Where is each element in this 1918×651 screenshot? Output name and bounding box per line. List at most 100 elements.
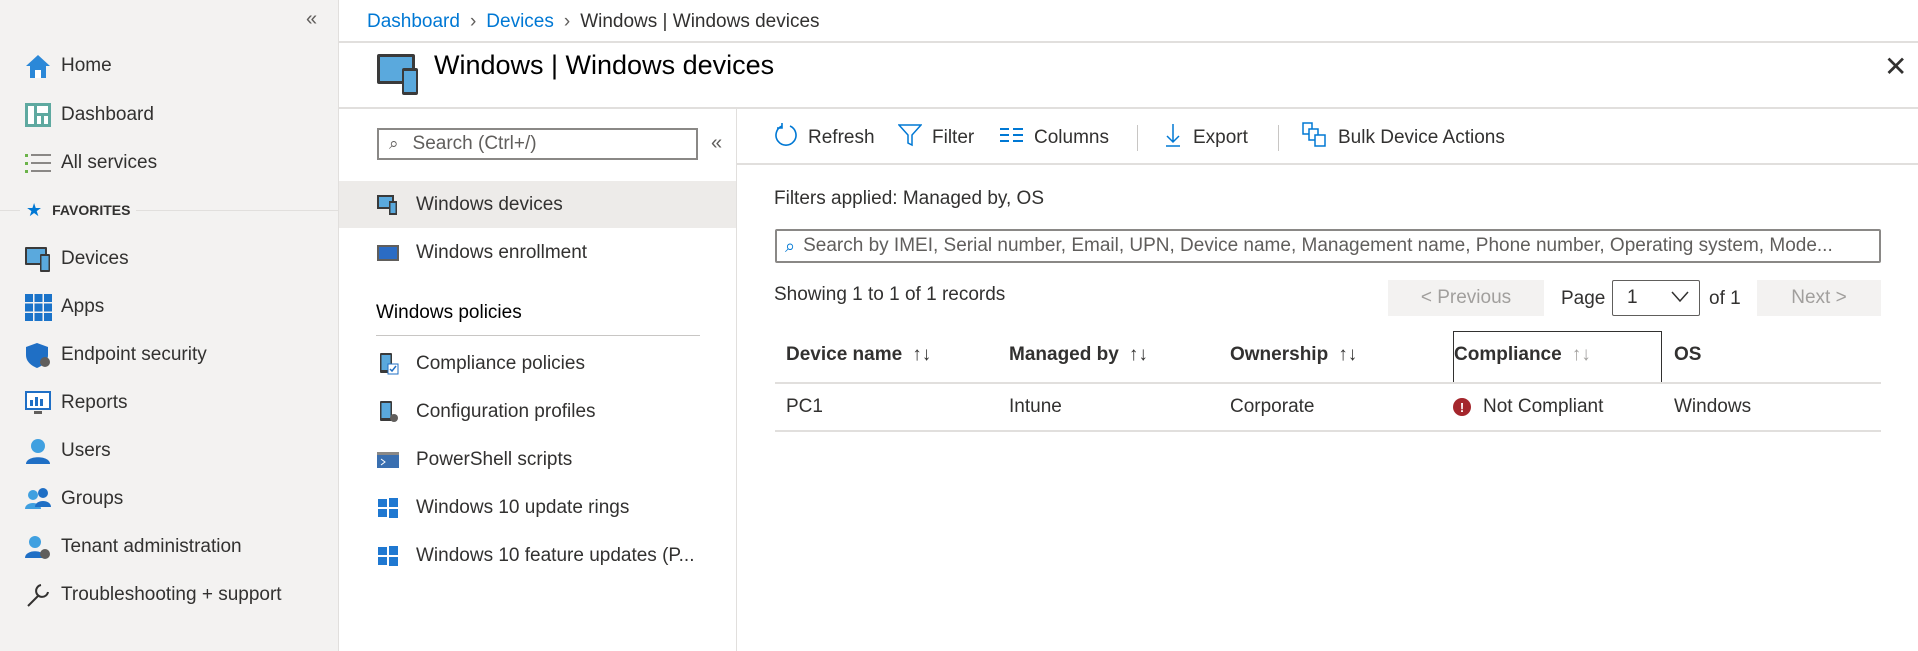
menu-item-windows-enrollment[interactable]: Windows enrollment (339, 229, 736, 276)
download-icon (1163, 122, 1183, 154)
sidebar-item-apps[interactable]: Apps (0, 285, 339, 329)
column-header-os[interactable]: OS (1674, 344, 1701, 366)
column-header-compliance[interactable]: Compliance ↑↓ (1454, 344, 1591, 366)
divider (376, 335, 700, 336)
apps-icon (24, 293, 52, 321)
page-total: of 1 (1709, 288, 1741, 309)
menu-search-input[interactable]: ⌕ Search (Ctrl+/) (377, 128, 698, 160)
column-header-device-name[interactable]: Device name ↑↓ (786, 344, 931, 366)
divider (1278, 125, 1279, 151)
sidebar-item-label: Reports (61, 392, 128, 413)
search-icon: ⌕ (389, 134, 399, 153)
sidebar-item-label: Apps (61, 296, 105, 317)
sidebar-item-label: Endpoint security (61, 344, 207, 365)
chevron-right-icon: › (563, 11, 571, 32)
collapse-menu-button[interactable]: « (711, 132, 722, 155)
divider (736, 109, 737, 651)
column-header-managed-by[interactable]: Managed by ↑↓ (1009, 344, 1148, 366)
column-header-ownership[interactable]: Ownership ↑↓ (1230, 344, 1357, 366)
windows-logo-icon (377, 497, 399, 519)
error-icon: ! (1453, 398, 1471, 416)
menu-item-update-rings[interactable]: Windows 10 update rings (339, 484, 736, 531)
filter-button[interactable]: Filter (897, 122, 974, 154)
cell-compliance: ! Not Compliant (1453, 396, 1603, 418)
device-search-input[interactable]: ⌕ Search by IMEI, Serial number, Email, … (775, 229, 1881, 263)
sidebar-item-groups[interactable]: Groups (0, 477, 339, 521)
divider (339, 107, 1918, 109)
sidebar-item-home[interactable]: Home (0, 44, 339, 88)
bulk-actions-icon (1302, 122, 1328, 154)
breadcrumb-dashboard[interactable]: Dashboard (367, 11, 460, 33)
reports-icon (24, 389, 52, 417)
shield-icon (24, 341, 52, 369)
sidebar-item-label: Devices (61, 248, 129, 269)
sidebar-item-all-services[interactable]: All services (0, 141, 339, 185)
menu-item-feature-updates[interactable]: Windows 10 feature updates (P... (339, 532, 736, 579)
divider (737, 163, 1918, 165)
sidebar: « Home Dashboard All services ★ FAVORITE… (0, 0, 339, 651)
refresh-icon (774, 122, 798, 154)
enrollment-icon (377, 242, 399, 264)
sidebar-item-endpoint-security[interactable]: Endpoint security (0, 333, 339, 377)
page-title: Windows | Windows devices (434, 50, 775, 80)
favorites-header: ★ FAVORITES (0, 198, 339, 222)
sidebar-item-reports[interactable]: Reports (0, 381, 339, 425)
close-button[interactable]: ✕ (1884, 50, 1907, 83)
bulk-device-actions-button[interactable]: Bulk Device Actions (1302, 122, 1505, 154)
sidebar-item-label: Troubleshooting + support (61, 584, 282, 605)
home-icon (24, 52, 52, 80)
chevron-down-icon (1671, 287, 1689, 309)
star-icon: ★ (26, 199, 43, 220)
page-label: Page (1561, 288, 1606, 309)
cell-managed-by: Intune (1009, 396, 1062, 417)
records-count: Showing 1 to 1 of 1 records (774, 284, 1006, 305)
cell-os: Windows (1674, 396, 1752, 417)
sidebar-item-label: Tenant administration (61, 536, 242, 557)
next-page-button[interactable]: Next > (1757, 280, 1881, 316)
page-select[interactable]: 1 (1612, 280, 1700, 316)
sidebar-item-label: All services (61, 152, 158, 173)
columns-button[interactable]: Columns (1000, 122, 1109, 154)
configuration-profile-icon (377, 400, 399, 423)
tenant-icon (24, 533, 52, 561)
sidebar-item-dashboard[interactable]: Dashboard (0, 93, 339, 137)
windows-logo-icon (377, 545, 399, 567)
groups-icon (24, 485, 52, 513)
sidebar-item-troubleshooting[interactable]: Troubleshooting + support (0, 573, 339, 617)
collapse-sidebar-button[interactable]: « (306, 8, 317, 31)
sidebar-item-label: Dashboard (61, 104, 154, 125)
columns-icon (1000, 126, 1024, 150)
filter-icon (897, 123, 923, 153)
sort-icon: ↑↓ (1128, 344, 1148, 365)
filters-applied-text: Filters applied: Managed by, OS (774, 188, 1045, 209)
search-icon: ⌕ (785, 235, 796, 256)
devices-icon (376, 52, 420, 102)
sidebar-item-label: Users (61, 440, 111, 461)
menu-item-windows-devices[interactable]: Windows devices (339, 181, 736, 228)
divider (775, 430, 1881, 432)
menu-item-compliance-policies[interactable]: Compliance policies (339, 340, 736, 387)
devices-icon (24, 245, 52, 273)
menu-item-powershell-scripts[interactable]: PowerShell scripts (339, 436, 736, 483)
dashboard-icon (24, 101, 52, 129)
wrench-icon (24, 581, 52, 609)
sidebar-item-users[interactable]: Users (0, 429, 339, 473)
list-icon (24, 149, 52, 177)
sidebar-item-devices[interactable]: Devices (0, 237, 339, 281)
sort-icon: ↑↓ (912, 344, 932, 365)
previous-page-button[interactable]: < Previous (1388, 280, 1544, 316)
breadcrumb-devices[interactable]: Devices (486, 11, 554, 33)
refresh-button[interactable]: Refresh (774, 122, 875, 154)
sidebar-item-label: Home (61, 55, 112, 76)
export-button[interactable]: Export (1163, 122, 1248, 154)
cell-device-name[interactable]: PC1 (786, 396, 823, 418)
sort-icon: ↑↓ (1338, 344, 1358, 365)
sidebar-item-label: Groups (61, 488, 124, 509)
sort-icon: ↑↓ (1571, 344, 1591, 365)
section-heading: Windows policies (376, 302, 522, 323)
devices-icon (377, 194, 399, 216)
menu-item-configuration-profiles[interactable]: Configuration profiles (339, 388, 736, 435)
divider (1137, 125, 1138, 151)
compliance-policy-icon (377, 352, 399, 375)
sidebar-item-tenant-administration[interactable]: Tenant administration (0, 525, 339, 569)
